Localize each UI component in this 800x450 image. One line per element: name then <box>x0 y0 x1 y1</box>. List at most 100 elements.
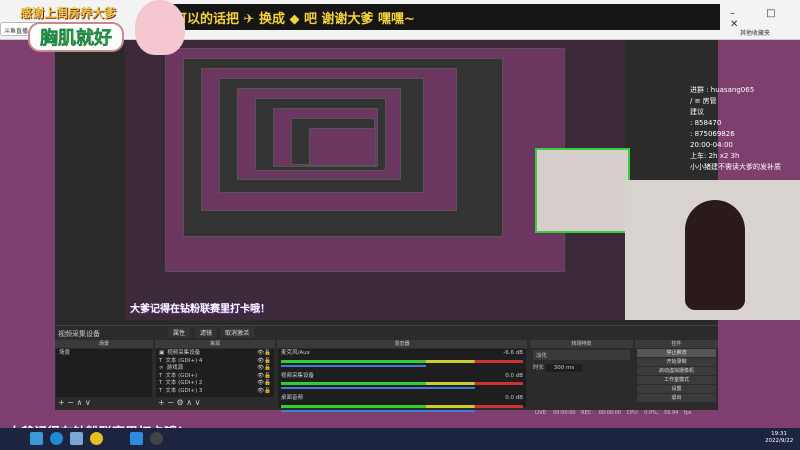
file-explorer-icon[interactable] <box>30 432 43 445</box>
visibility-icon[interactable]: 👁 <box>257 358 264 366</box>
status-bar: LIVE: 00:00:00 REC: 00:00:00 CPU: 0.0%, … <box>535 410 691 416</box>
scenes-dock: 场景 场景 + − ∧ ∨ <box>55 340 153 410</box>
level-meter <box>281 382 523 385</box>
clock[interactable]: 19:31 2022/9/22 <box>765 431 793 445</box>
transitions-header: 转场特效 <box>530 340 633 348</box>
mixer-channel: 视频采集设备 0.0 dB <box>281 372 523 389</box>
info-line: 上车: 2h x2 3h <box>690 152 740 160</box>
channel-db: 0.0 dB <box>505 395 523 401</box>
overlay-chest-text: 胸肌就好 <box>28 22 124 52</box>
source-label: 视频采集设备 <box>167 350 201 356</box>
lock-icon[interactable]: 🔓 <box>264 388 271 396</box>
sources-header: 来源 <box>155 340 275 348</box>
info-line: / ≡ 房管 <box>690 97 717 105</box>
sources-dock: 来源 ▣ 视频采集设备 👁 🔓 T 文本 (GDI+) 4 👁 🔓 ∞ 游戏源 👁 🔓 T 文本 (GDI… <box>155 340 275 410</box>
channel-name: 桌面音频 <box>281 395 304 401</box>
text-icon: T <box>159 387 163 394</box>
visibility-icon[interactable]: 👁 <box>257 365 264 373</box>
volume-slider[interactable] <box>281 387 475 389</box>
stream-info-panel: 进群 : huasang065 / ≡ 房管 建议 : 858470 : 875… <box>690 85 800 173</box>
control-button[interactable]: 设置 <box>637 385 716 393</box>
source-label: 文本 (GDI+) 3 <box>165 387 203 394</box>
mixer-channel: 桌面音频 0.0 dB <box>281 395 523 412</box>
controls-dock: 控件 停止推流 开始录制 启动虚拟摄像机 工作室模式 设置 退出 <box>635 340 718 410</box>
control-button[interactable]: 启动虚拟摄像机 <box>637 367 716 375</box>
source-label: 游戏源 <box>166 365 184 371</box>
source-toolbar: 视频采集设备 <box>55 325 718 339</box>
app-icon[interactable] <box>130 432 143 445</box>
info-line: 20:00-04:00 <box>690 141 733 149</box>
info-line: 建议 <box>690 108 704 116</box>
source-item[interactable]: T 文本 (GDI+) 3 👁 🔓 <box>159 388 271 396</box>
channel-name: 视频采集设备 <box>281 372 315 379</box>
game-icon: ∞ <box>159 365 164 371</box>
transitions-dock: 转场特效 淡化 时长 300 ms <box>530 340 633 410</box>
source-item[interactable]: T 文本 (GDI+) 2 👁 🔓 <box>159 380 271 388</box>
control-button[interactable]: 停止推流 <box>637 349 716 357</box>
lock-icon[interactable]: 🔓 <box>264 358 271 366</box>
control-button[interactable]: 退出 <box>637 394 716 402</box>
visibility-icon[interactable]: 👁 <box>257 380 264 388</box>
source-controls[interactable]: + − ⚙ ∧ ∨ <box>155 398 275 407</box>
mascot-image <box>135 0 185 55</box>
scenes-header: 场景 <box>55 340 153 348</box>
lock-icon[interactable]: 🔓 <box>264 380 271 388</box>
time: 19:31 <box>771 431 788 437</box>
rec-status: REC: 00:00:00 <box>581 410 622 416</box>
visibility-icon[interactable]: 👁 <box>257 373 264 381</box>
edge-icon[interactable] <box>50 432 63 445</box>
visibility-icon[interactable]: 👁 <box>257 350 264 358</box>
properties-button[interactable]: 属性 <box>168 327 191 338</box>
control-button[interactable]: 开始录制 <box>637 358 716 366</box>
info-line: 小小猪建不需读大爹的发补质 <box>690 163 781 171</box>
obs-icon[interactable] <box>150 432 163 445</box>
live-status: LIVE: 00:00:00 <box>535 410 576 416</box>
camera-icon: ▣ <box>159 350 165 356</box>
streamer-figure <box>685 200 745 310</box>
recursive-obs-frame <box>309 128 377 166</box>
source-item[interactable]: ∞ 游戏源 👁 🔓 <box>159 365 271 373</box>
overlay-banner: 可以的话把 ✈ 换成 ◆ 吧 谢谢大爹 嘿嘿~ <box>160 4 720 30</box>
transition-select[interactable]: 淡化 <box>533 350 630 360</box>
app-icon[interactable] <box>90 432 103 445</box>
control-button[interactable]: 工作室模式 <box>637 376 716 384</box>
lock-icon[interactable]: 🔓 <box>264 373 271 381</box>
scene-item[interactable]: 场景 <box>59 350 149 358</box>
deactivate-button[interactable]: 取消激活 <box>220 327 255 338</box>
scene-controls[interactable]: + − ∧ ∨ <box>55 398 153 407</box>
app-icon[interactable] <box>70 432 83 445</box>
info-line: : 858470 <box>690 119 722 127</box>
mixer-header: 混音器 <box>277 340 527 348</box>
visibility-icon[interactable]: 👁 <box>257 388 264 396</box>
info-line: : 875069826 <box>690 130 735 138</box>
source-label: 文本 (GDI+) <box>165 372 198 379</box>
text-icon: T <box>159 357 163 364</box>
channel-db: 0.0 dB <box>505 372 523 379</box>
window-controls[interactable]: – □ ✕ <box>730 8 800 30</box>
lock-icon[interactable]: 🔓 <box>264 365 271 373</box>
cpu-status: CPU: 0.0%, 59.94 fps <box>626 410 692 416</box>
source-label: 文本 (GDI+) 2 <box>165 380 203 386</box>
controls-header: 控件 <box>635 340 718 348</box>
volume-slider[interactable] <box>281 409 475 412</box>
date: 2022/9/22 <box>765 438 794 444</box>
source-item[interactable]: T 文本 (GDI+) 4 👁 🔓 <box>159 358 271 366</box>
favorites-folder[interactable]: 其他收藏夹 <box>740 28 770 37</box>
volume-slider[interactable] <box>281 364 427 367</box>
mixer-dock: 混音器 麦克风/Aux -6.6 dB 视频采集设备 0.0 dB 桌面音频 0.0 dB <box>277 340 527 412</box>
overlay-checkin-small: 大爹记得在钻粉联赛里打卡哦！ <box>130 304 270 315</box>
source-item[interactable]: ▣ 视频采集设备 👁 🔓 <box>159 350 271 358</box>
channel-name: 麦克风/Aux <box>281 350 310 356</box>
duration-label: 时长 <box>533 365 545 371</box>
level-meter <box>281 359 523 363</box>
overlay-thanks: 感谢上闺房养大爹 <box>20 6 117 20</box>
mixer-channel: 麦克风/Aux -6.6 dB <box>281 350 523 367</box>
filters-button[interactable]: 滤镜 <box>195 327 218 338</box>
source-item[interactable]: T 文本 (GDI+) 👁 🔓 <box>159 373 271 381</box>
lock-icon[interactable]: 🔓 <box>264 350 271 358</box>
text-icon: T <box>159 380 163 386</box>
duration-input[interactable]: 300 ms <box>545 364 583 372</box>
info-line: 进群 : huasang065 <box>690 86 755 94</box>
taskbar <box>0 428 800 450</box>
webcam-feed <box>625 180 800 320</box>
